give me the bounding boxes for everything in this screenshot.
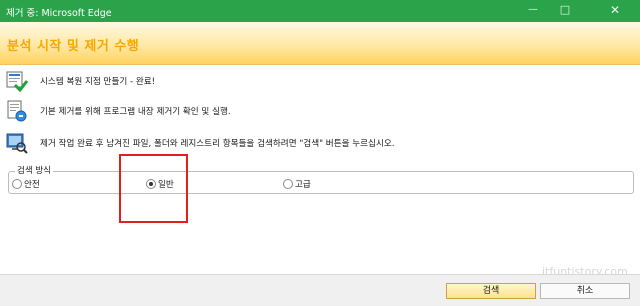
uninstall-program-icon — [6, 99, 28, 123]
radio-circle[interactable] — [283, 179, 293, 189]
search-button[interactable]: 검색 — [446, 283, 536, 299]
step-restore-point: 시스템 복원 지점 만들기 - 완료! — [0, 69, 620, 95]
step-scan-leftovers: 제거 작업 완료 후 남겨진 파일, 폴더와 레지스트리 항목들을 검색하려면 … — [0, 131, 620, 157]
highlight-box — [119, 154, 188, 223]
close-button[interactable]: ✕ — [600, 0, 630, 22]
step-text: 제거 작업 완료 후 남겨진 파일, 폴더와 레지스트리 항목들을 검색하려면 … — [40, 139, 395, 149]
footer-bar: 검색 취소 — [0, 274, 640, 306]
header-banner: 분석 시작 및 제거 수행 — [0, 22, 640, 65]
radio-label[interactable]: 고급 — [295, 178, 311, 190]
banner-title: 분석 시작 및 제거 수행 — [7, 39, 140, 54]
step-text: 시스템 복원 지점 만들기 - 완료! — [40, 77, 156, 87]
scan-leftovers-icon — [6, 131, 28, 155]
maximize-button[interactable]: □ — [550, 0, 580, 22]
scan-mode-legend: 검색 방식 — [15, 164, 53, 176]
radio-circle[interactable] — [12, 179, 22, 189]
radio-label[interactable]: 안전 — [24, 178, 40, 190]
step-text: 기본 제거를 위해 프로그램 내장 제거기 확인 및 실행. — [40, 107, 231, 117]
minimize-button[interactable]: — — [518, 0, 548, 22]
restore-point-icon — [6, 69, 29, 93]
title-bar: 제거 중: Microsoft Edge — □ ✕ — [0, 0, 640, 22]
window-title: 제거 중: Microsoft Edge — [6, 8, 112, 19]
cancel-button[interactable]: 취소 — [540, 283, 630, 299]
step-builtin-uninstall: 기본 제거를 위해 프로그램 내장 제거기 확인 및 실행. — [0, 99, 620, 125]
main-content: 시스템 복원 지점 만들기 - 완료! 기본 제거를 위해 프로그램 내장 제거… — [0, 65, 640, 278]
scan-mode-group: 검색 방식 안전 일반 고급 — [8, 164, 634, 194]
